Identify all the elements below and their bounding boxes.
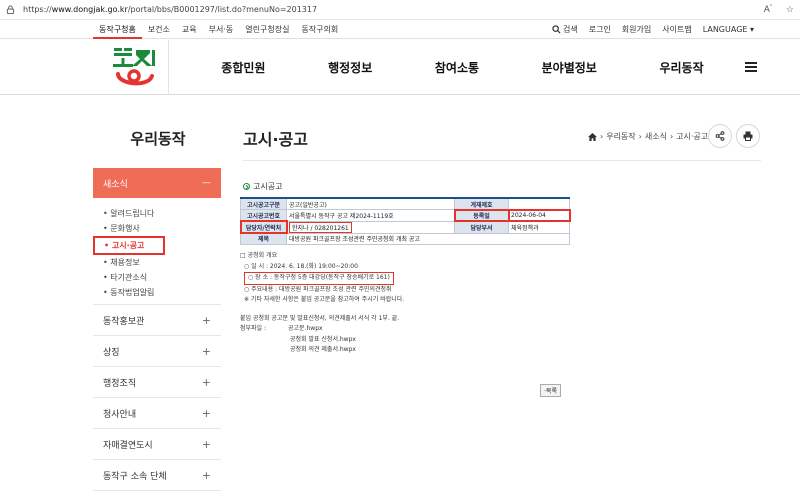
cell-value: 서울특별시 동작구 공고 제2024-1119호: [286, 209, 455, 222]
cell-label: 담당부서: [454, 220, 509, 234]
venue-highlight: ○ 장 소 : 동작구청 5층 대강당(동작구 장승배기로 161): [244, 272, 394, 285]
sidebar-item-other-agency[interactable]: • 타기관소식: [103, 270, 221, 285]
browser-address-bar[interactable]: https://www.dongjak.go.kr/portal/bbs/B00…: [0, 0, 800, 20]
sitemap-link[interactable]: 사이트맵: [662, 24, 691, 35]
sidebar-group-news[interactable]: 새소식 —: [93, 168, 221, 198]
plus-icon: +: [201, 468, 211, 482]
gnb-our-dongjak[interactable]: 우리동작: [659, 59, 703, 76]
sidebar-item-law[interactable]: • 동작법업알림: [103, 285, 221, 300]
home-icon[interactable]: [588, 132, 597, 141]
table-row: 고시공고번호 서울특별시 동작구 공고 제2024-1119호 등록일 2024…: [240, 208, 571, 222]
dongjak-logo[interactable]: [110, 44, 158, 90]
section-heading: 고시공고: [243, 181, 282, 192]
cell-label: 제목: [240, 232, 287, 245]
lock-icon: [6, 5, 15, 14]
sidebar-group-building[interactable]: 청사안내 +: [93, 398, 221, 429]
search-button[interactable]: 검색: [552, 24, 578, 35]
print-button[interactable]: [736, 124, 760, 148]
contact-highlight: 한지나 / 028201261: [289, 221, 352, 233]
announcement-body: □ 공청회 개요 ○ 일 시 : 2024. 6. 18.(화) 19:00~2…: [240, 251, 570, 356]
table-row: 고시공고구분 공고(일반공고) 게재제호: [240, 197, 570, 210]
sidebar-item-culture[interactable]: • 문화행사: [103, 221, 221, 236]
global-nav: 종합민원 행정정보 참여소통 분야별정보 우리동작: [190, 40, 735, 95]
plus-icon: +: [201, 344, 211, 358]
bullet-icon: [243, 183, 250, 190]
util-link-dept[interactable]: 부서·동: [203, 20, 240, 39]
util-link-home[interactable]: 동작구청홈: [93, 20, 142, 39]
table-row: 제목 대방공원 파크골프장 조성관련 주민공청회 개최 공고: [240, 232, 570, 245]
attachment-link[interactable]: 공청회 의견 제출서.hwpx: [240, 345, 570, 356]
page-title: 고시·공고: [243, 130, 308, 149]
sidebar-group-orgs[interactable]: 동작구 소속 단체 +: [93, 460, 221, 491]
cell-label: 고시공고구분: [240, 197, 287, 210]
site-links: 동작구청홈 보건소 교육 부서·동 열린구청장실 동작구의회: [93, 20, 344, 39]
cell-value: 대방공원 파크골프장 조성관련 주민공청회 개최 공고: [286, 232, 570, 245]
sidebar-item-announcement[interactable]: • 고시·공고: [93, 236, 165, 255]
sidebar-menu: 새소식 — • 알려드립니다 • 문화행사 • 고시·공고 • 채용정보 • 타…: [93, 168, 221, 491]
attachment-link[interactable]: 공고문.hwpx: [266, 325, 323, 332]
url-text[interactable]: https://www.dongjak.go.kr/portal/bbs/B00…: [23, 5, 317, 14]
sidebar-title: 우리동작: [130, 130, 186, 148]
plus-icon: +: [201, 375, 211, 389]
breadcrumb-current: 고시·공고: [676, 132, 709, 141]
sidebar-group-promo[interactable]: 동작홍보관 +: [93, 305, 221, 336]
breadcrumb: › 우리동작 › 새소식 › 고시·공고: [588, 131, 708, 142]
read-aloud-icon[interactable]: A⁰: [764, 4, 772, 15]
print-icon: [743, 131, 753, 141]
plus-icon: +: [201, 437, 211, 451]
gnb-participation[interactable]: 참여소통: [435, 59, 479, 76]
breadcrumb-news[interactable]: 새소식: [645, 131, 667, 142]
language-select[interactable]: LANGUAGE ▾: [703, 25, 754, 34]
title-divider: [243, 160, 761, 161]
util-link-health[interactable]: 보건소: [142, 20, 176, 39]
main-header: 종합민원 행정정보 참여소통 분야별정보 우리동작: [0, 40, 800, 95]
sidebar-submenu: • 알려드립니다 • 문화행사 • 고시·공고 • 채용정보 • 타기관소식 •…: [93, 198, 221, 305]
cell-label: 게재제호: [454, 197, 509, 210]
utility-bar: 동작구청홈 보건소 교육 부서·동 열린구청장실 동작구의회 검색 로그인 회원…: [0, 20, 800, 39]
sidebar-item-notice[interactable]: • 알려드립니다: [103, 206, 221, 221]
cell-value: 공고(일반공고): [286, 197, 455, 210]
logo-divider: [168, 40, 169, 95]
util-link-education[interactable]: 교육: [176, 20, 203, 39]
menu-icon[interactable]: [745, 62, 757, 72]
share-icon: [715, 131, 725, 141]
login-link[interactable]: 로그인: [589, 24, 611, 35]
gnb-field-info[interactable]: 분야별정보: [542, 59, 597, 76]
search-icon: [552, 25, 561, 34]
list-button[interactable]: ·목록: [540, 384, 561, 397]
util-link-mayor[interactable]: 열린구청장실: [239, 20, 295, 39]
announcement-meta-table: 고시공고구분 공고(일반공고) 게재제호 고시공고번호 서울특별시 동작구 공고…: [239, 197, 571, 245]
table-row: 담당자/연락처 한지나 / 028201261 담당부서 체육정책과: [239, 220, 570, 234]
util-link-council[interactable]: 동작구의회: [295, 20, 344, 39]
cell-value-highlighted: 2024-06-04: [507, 208, 571, 222]
cell-value: [508, 197, 570, 210]
favorite-star-icon[interactable]: ☆: [786, 5, 794, 15]
share-button[interactable]: [708, 124, 732, 148]
gnb-civil[interactable]: 종합민원: [221, 59, 265, 76]
cell-value: 한지나 / 028201261: [286, 220, 455, 234]
sidebar-group-org[interactable]: 행정조직 +: [93, 367, 221, 398]
attachment-link[interactable]: 공청회 발표 신청서.hwpx: [240, 335, 570, 346]
breadcrumb-our-dongjak[interactable]: 우리동작: [606, 131, 635, 142]
minus-icon: —: [202, 178, 211, 188]
sidebar-item-recruit[interactable]: • 채용정보: [103, 255, 221, 270]
sidebar-group-sister-city[interactable]: 자매결연도시 +: [93, 429, 221, 460]
join-link[interactable]: 회원가입: [622, 24, 651, 35]
cell-label-highlighted: 등록일: [453, 208, 510, 222]
plus-icon: +: [201, 313, 211, 327]
announcement-document: 고시공고구분 공고(일반공고) 게재제호 고시공고번호 서울특별시 동작구 공고…: [239, 197, 571, 356]
plus-icon: +: [201, 406, 211, 420]
cell-value: 체육정책과: [508, 220, 570, 234]
cell-label-highlighted: 담당자/연락처: [239, 220, 288, 234]
sidebar-group-symbol[interactable]: 상징 +: [93, 336, 221, 367]
gnb-admin[interactable]: 행정정보: [328, 59, 372, 76]
cell-label: 고시공고번호: [240, 209, 287, 222]
